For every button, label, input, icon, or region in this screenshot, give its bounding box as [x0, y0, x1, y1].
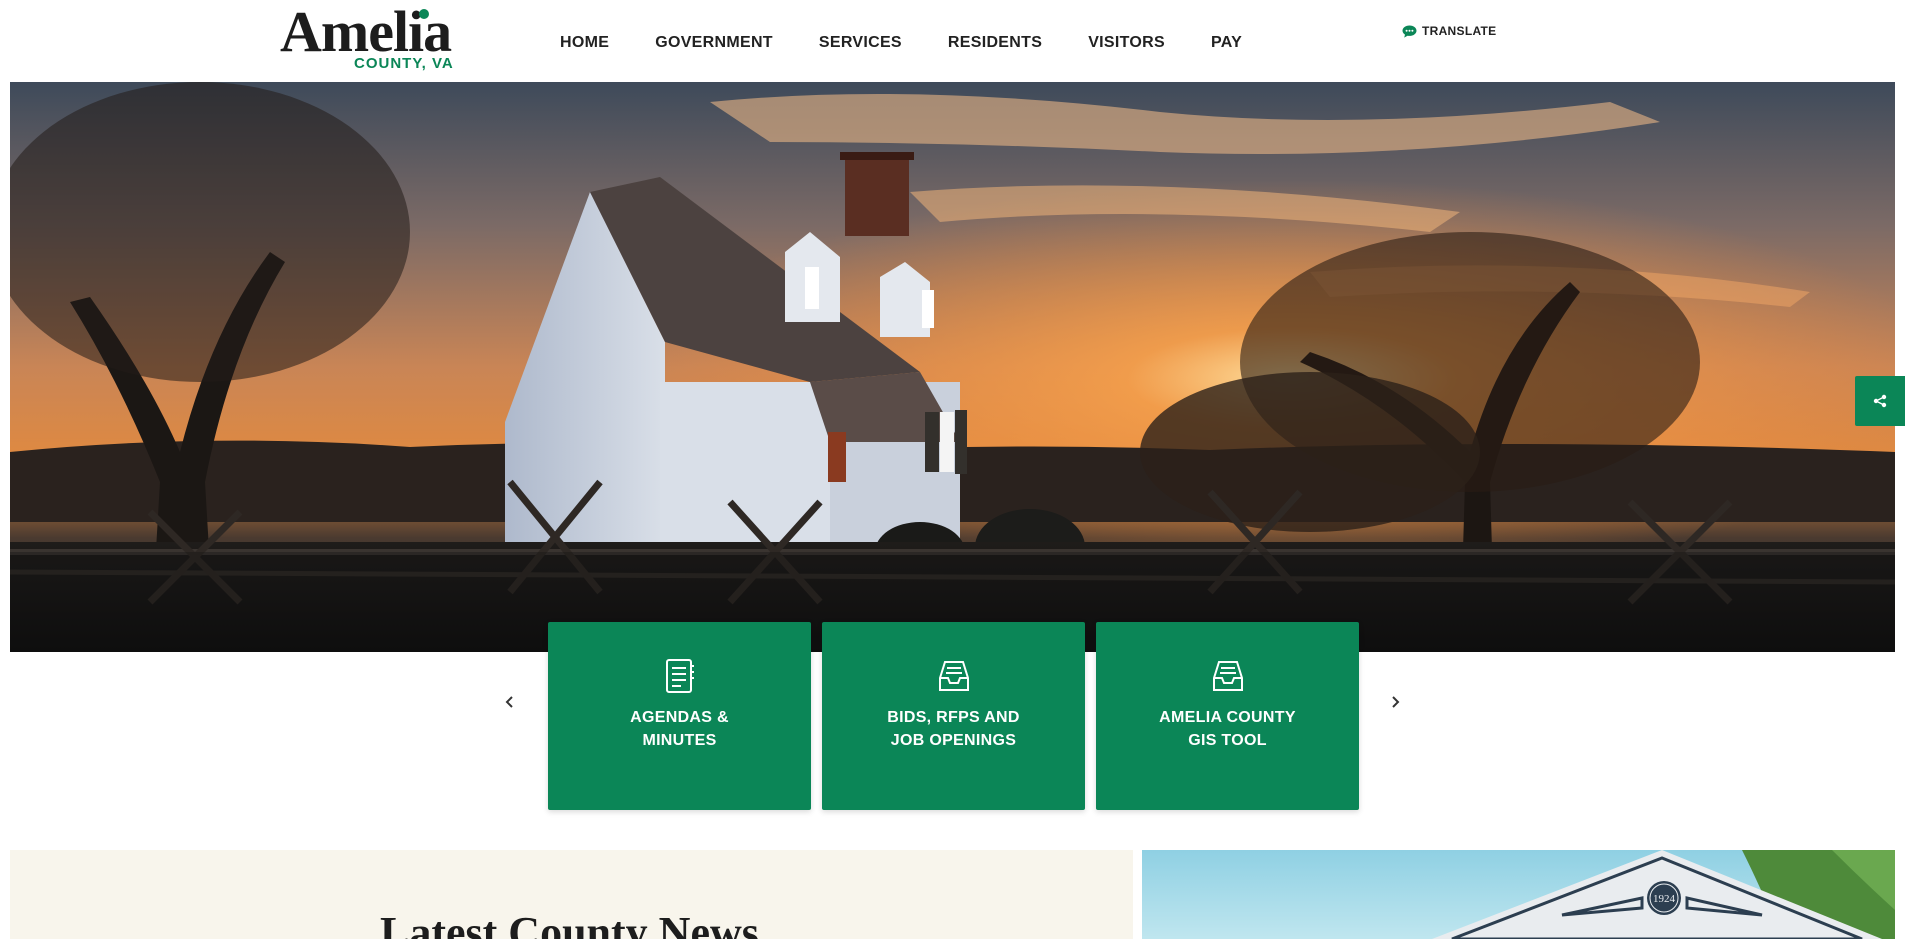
card-label: BIDS, RFPS AND JOB OPENINGS: [887, 709, 1020, 749]
nav-residents[interactable]: RESIDENTS: [948, 32, 1042, 54]
translate-label: TRANSLATE: [1422, 24, 1497, 38]
carousel-prev-button[interactable]: [498, 690, 522, 714]
logo-subtitle: COUNTY, VA: [354, 55, 454, 72]
card-label: AGENDAS & MINUTES: [630, 709, 729, 749]
logo-dot: [419, 9, 429, 19]
translate-button[interactable]: TRANSLATE: [1402, 22, 1496, 40]
chat-bubble-icon: [1402, 25, 1417, 38]
news-heading: Latest County News: [380, 908, 759, 939]
hero-image: [10, 82, 1895, 652]
building-photo: 1924: [1142, 850, 1895, 939]
nav-government[interactable]: GOVERNMENT: [655, 32, 773, 54]
county-logo[interactable]: Amelia COUNTY, VA: [280, 0, 460, 74]
news-section: Latest County News: [10, 850, 1133, 939]
chevron-right-icon: [1392, 696, 1400, 708]
carousel-next-button[interactable]: [1383, 690, 1407, 714]
quick-link-agendas[interactable]: AGENDAS & MINUTES: [548, 622, 811, 810]
notebook-icon: [666, 659, 694, 693]
share-button[interactable]: [1855, 376, 1905, 426]
quick-link-gis[interactable]: AMELIA COUNTY GIS TOOL: [1096, 622, 1359, 810]
building-year-badge: 1924: [1653, 893, 1676, 905]
inbox-tray-icon: [1213, 661, 1243, 691]
main-nav: HOME GOVERNMENT SERVICES RESIDENTS VISIT…: [560, 32, 1288, 54]
building-photo-art: 1924: [1142, 850, 1895, 939]
inbox-tray-icon: [939, 661, 969, 691]
chevron-left-icon: [505, 696, 513, 708]
card-label: AMELIA COUNTY GIS TOOL: [1159, 709, 1296, 749]
quick-link-bids[interactable]: BIDS, RFPS AND JOB OPENINGS: [822, 622, 1085, 810]
site-header: Amelia COUNTY, VA HOME GOVERNMENT SERVIC…: [0, 0, 1905, 82]
nav-services[interactable]: SERVICES: [819, 32, 902, 54]
nav-home[interactable]: HOME: [560, 32, 609, 54]
sunset-farmhouse-photo: [10, 82, 1895, 652]
share-icon: [1873, 394, 1887, 408]
nav-pay[interactable]: PAY: [1211, 32, 1242, 54]
nav-visitors[interactable]: VISITORS: [1088, 32, 1165, 54]
quick-links: AGENDAS & MINUTES BIDS, RFPS AND JOB OPE…: [548, 622, 1370, 810]
